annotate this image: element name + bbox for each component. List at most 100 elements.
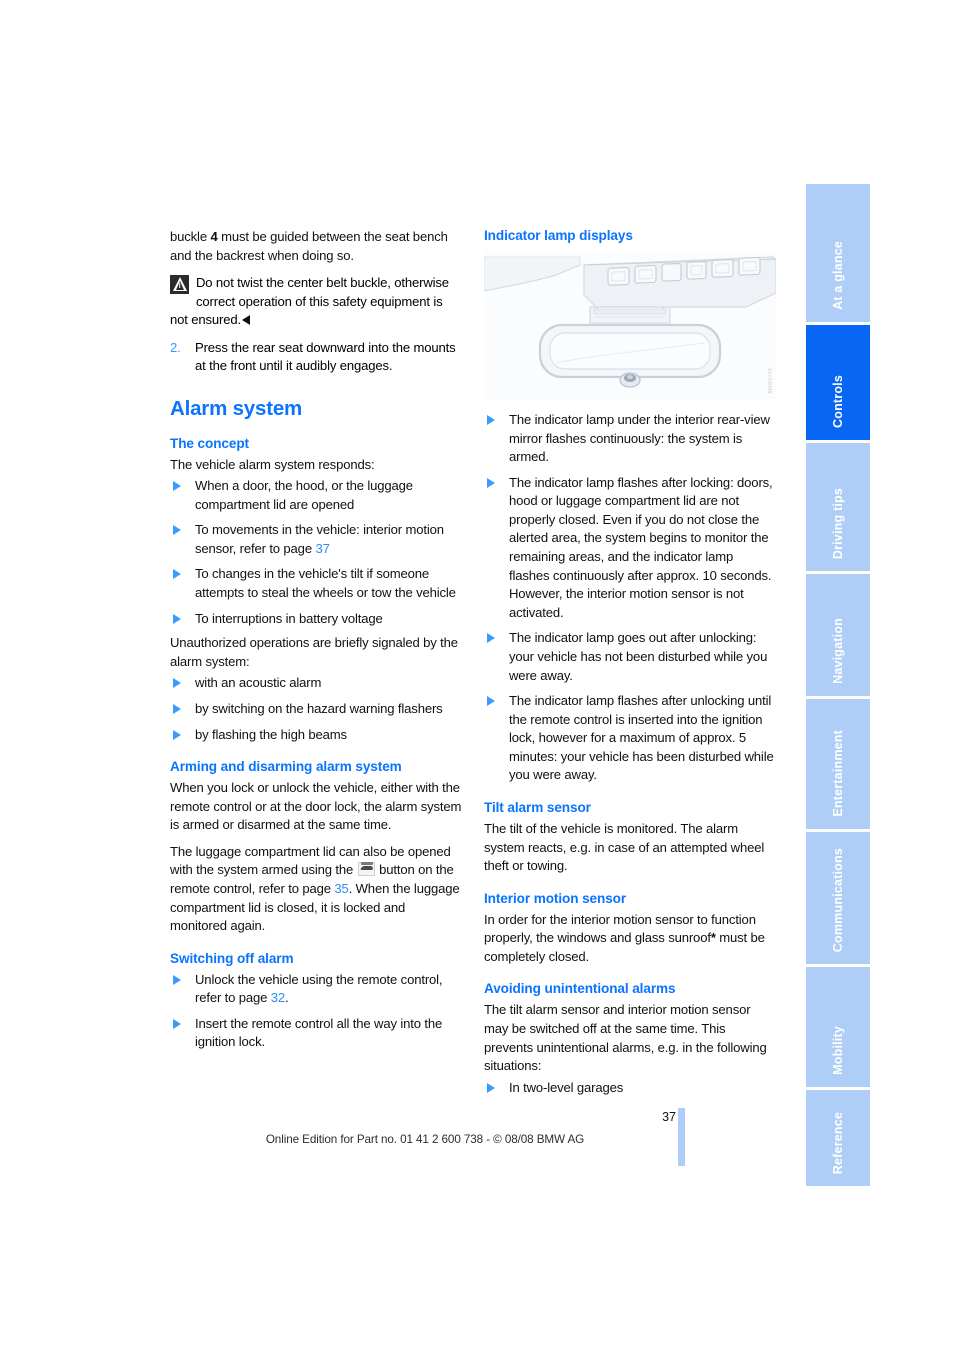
bullet-text: Unlock the vehicle using the remote cont…: [195, 971, 443, 1006]
bullet-item: by flashing the high beams: [170, 726, 462, 745]
interior-motion-paragraph: In order for the interior motion sensor …: [484, 911, 776, 967]
triangle-bullet-icon: [487, 633, 495, 644]
bullet-item: In two-level garages: [484, 1079, 776, 1098]
warning-note: Do not twist the center belt buckle, oth…: [170, 274, 462, 330]
heading-the-concept: The concept: [170, 435, 249, 451]
heading-tilt-alarm-sensor: Tilt alarm sensor: [484, 799, 591, 815]
triangle-bullet-icon: [173, 525, 181, 536]
tab-at-a-glance[interactable]: At a glance: [806, 184, 870, 322]
manual-page: At a glance Controls Driving tips Navigatio…: [0, 0, 954, 1350]
tab-label: Controls: [830, 375, 845, 428]
trunk-release-icon: [357, 862, 375, 877]
concept-intro: The vehicle alarm system responds:: [170, 456, 375, 472]
tab-mobility[interactable]: Mobility: [806, 967, 870, 1087]
bullet-text: The indicator lamp flashes after unlocki…: [509, 693, 774, 783]
page-number: 37: [662, 1110, 676, 1124]
bullet-item: The indicator lamp flashes after unlocki…: [484, 692, 776, 785]
rearview-mirror-illustration: [484, 250, 776, 399]
bullet-text: Insert the remote control all the way in…: [195, 1015, 443, 1050]
bullet-item: When a door, the hood, or the luggage co…: [170, 477, 462, 514]
page-title: Alarm system: [170, 397, 303, 421]
bullet-text: The indicator lamp flashes after locking…: [509, 474, 773, 620]
rearview-mirror-figure: BMW0748: [484, 250, 776, 399]
indicator-bullet-list: The indicator lamp under the interior re…: [484, 411, 776, 785]
tab-label: Communications: [830, 847, 845, 952]
bullet-item: with an acoustic alarm: [170, 674, 462, 693]
page-reference-link[interactable]: 35: [334, 881, 348, 896]
bullet-text: The indicator lamp under the interior re…: [509, 411, 770, 465]
tab-controls[interactable]: Controls: [806, 325, 870, 440]
bullet-text: In two-level garages: [509, 1079, 624, 1095]
page-reference-link[interactable]: 37: [315, 541, 329, 556]
footer-edition-notice: Online Edition for Part no. 01 41 2 600 …: [265, 1133, 585, 1146]
bullet-item: To interruptions in battery voltage: [170, 610, 462, 629]
arming-paragraph-1: When you lock or unlock the vehicle, eit…: [170, 780, 462, 833]
bullet-text: with an acoustic alarm: [195, 675, 322, 691]
bullet-text: To interruptions in battery voltage: [195, 610, 383, 626]
heading-switching-off-alarm: Switching off alarm: [170, 950, 294, 966]
heading-avoiding-unintentional-alarms: Avoiding unintentional alarms: [484, 981, 676, 997]
triangle-bullet-icon: [173, 569, 181, 580]
bullet-text: When a door, the hood, or the luggage co…: [195, 478, 413, 512]
triangle-bullet-icon: [173, 678, 181, 689]
triangle-bullet-icon: [173, 974, 181, 985]
right-column: Indicator lamp displays BMW0748 The indi…: [484, 228, 776, 1103]
bullet-item: Unlock the vehicle using the remote cont…: [170, 971, 462, 1008]
tab-label: Mobility: [830, 1026, 845, 1075]
triangle-bullet-icon: [173, 481, 181, 492]
concept-bullet-list: When a door, the hood, or the luggage co…: [170, 477, 462, 628]
figure-code-label: BMW0748: [768, 367, 774, 393]
bullet-text: The indicator lamp goes out after unlock…: [509, 630, 768, 683]
warning-note-text: Do not twist the center belt buckle, oth…: [170, 275, 449, 328]
bullet-item: To movements in the vehicle: interior mo…: [170, 521, 462, 558]
triangle-bullet-icon: [487, 1082, 495, 1093]
section-tab-rail: At a glance Controls Driving tips Navigatio…: [806, 184, 870, 1186]
tab-label: Navigation: [830, 618, 845, 684]
triangle-bullet-icon: [173, 729, 181, 740]
numbered-steps: 2. Press the rear seat downward into the…: [170, 339, 462, 376]
triangle-bullet-icon: [487, 696, 495, 707]
arming-paragraph-2: The luggage compartment lid can also be …: [170, 843, 462, 936]
heading-arming-disarming: Arming and disarming alarm system: [170, 759, 402, 775]
footer-accent-bar: [678, 1108, 685, 1166]
step-number: 2.: [170, 339, 181, 355]
switching-off-bullet-list: Unlock the vehicle using the remote cont…: [170, 971, 462, 1052]
tab-entertainment[interactable]: Entertainment: [806, 699, 870, 829]
avoiding-paragraph: The tilt alarm sensor and interior motio…: [484, 1002, 767, 1074]
triangle-bullet-icon: [487, 477, 495, 488]
tilt-alarm-paragraph: The tilt of the vehicle is monitored. Th…: [484, 820, 765, 874]
unauthorized-intro: Unauthorized operations are briefly sign…: [170, 635, 458, 669]
triangle-bullet-icon: [173, 703, 181, 714]
bullet-item: The indicator lamp under the interior re…: [484, 411, 776, 467]
bullet-item: To changes in the vehicle's tilt if some…: [170, 565, 462, 602]
left-column: buckle 4 must be guided between the seat…: [170, 228, 462, 1058]
continued-paragraph: buckle 4 must be guided between the seat…: [170, 228, 462, 265]
buckle-number: 4: [210, 229, 218, 244]
bullet-item: by switching on the hazard warning flash…: [170, 700, 462, 719]
warning-triangle-icon: [170, 275, 189, 295]
tab-navigation[interactable]: Navigation: [806, 574, 870, 696]
tab-label: Reference: [830, 1111, 845, 1174]
triangle-bullet-icon: [173, 613, 181, 624]
tab-label: Entertainment: [830, 730, 845, 817]
heading-indicator-lamp-displays: Indicator lamp displays: [484, 228, 633, 243]
page-reference-link[interactable]: 32: [271, 990, 285, 1005]
signal-bullet-list: with an acoustic alarm by switching on th…: [170, 674, 462, 744]
step-text: Press the rear seat downward into the mo…: [195, 339, 456, 374]
triangle-bullet-icon: [173, 1018, 181, 1029]
tab-label: At a glance: [830, 241, 845, 310]
bullet-text: by flashing the high beams: [195, 726, 347, 742]
tab-communications[interactable]: Communications: [806, 832, 870, 964]
end-of-note-marker: [242, 315, 250, 326]
tab-driving-tips[interactable]: Driving tips: [806, 443, 870, 571]
triangle-bullet-icon: [487, 414, 495, 425]
bullet-item: The indicator lamp flashes after locking…: [484, 474, 776, 623]
step-item: 2. Press the rear seat downward into the…: [170, 339, 462, 376]
tab-label: Driving tips: [830, 487, 845, 559]
tab-reference[interactable]: Reference: [806, 1090, 870, 1186]
bullet-text: by switching on the hazard warning flash…: [195, 700, 443, 716]
bullet-text-suffix: .: [285, 990, 289, 1006]
avoiding-bullet-list: In two-level garages: [484, 1079, 776, 1098]
bullet-item: The indicator lamp goes out after unlock…: [484, 629, 776, 685]
bullet-item: Insert the remote control all the way in…: [170, 1015, 462, 1052]
